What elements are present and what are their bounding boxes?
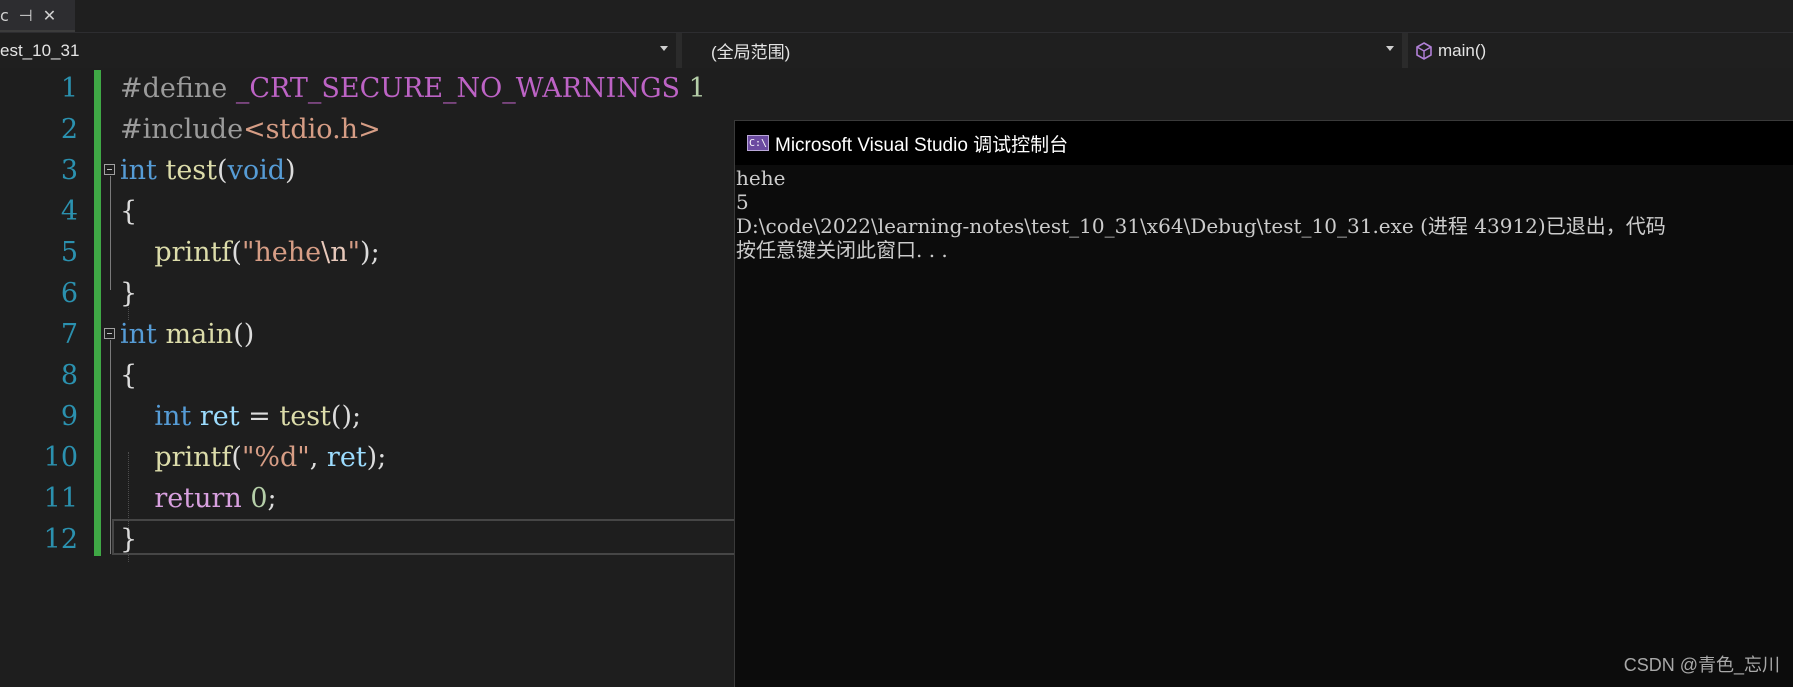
line-number: 6 [60,278,78,309]
code-token: ; [267,483,277,514]
console-output: hehe 5 D:\code\2022\learning-notes\test_… [736,166,1666,262]
close-icon[interactable]: ✕ [43,6,56,25]
code-token: #include [120,114,244,145]
code-line[interactable]: printf("hehe\n"); [120,232,380,273]
code-token: ( [231,237,242,268]
line-number: 7 [60,319,78,350]
code-token: int [120,319,157,350]
code-token: main [165,319,234,350]
code-token: ( [217,155,228,186]
code-token: int [120,155,157,186]
code-line[interactable]: int main() [120,314,254,355]
navigation-bar: est_10_31 (全局范围) main() [0,33,1793,68]
chevron-down-icon [660,46,668,51]
line-number: 3 [60,155,78,186]
code-line[interactable]: return 0; [120,478,277,519]
current-line-highlight [112,519,752,555]
code-token: ) [285,155,296,186]
project-dropdown-label: est_10_31 [0,40,80,60]
code-token: _CRT_SECURE_NO_WARNINGS [235,73,681,104]
member-dropdown-label: main() [1438,40,1487,60]
code-line[interactable]: { [120,355,137,396]
code-token: <stdio.h> [243,114,381,145]
console-line: 5 [736,190,749,214]
code-token: " [347,237,361,268]
code-token: ret [199,401,240,432]
change-tracking-bar [94,70,101,556]
code-line[interactable]: printf("%d", ret); [120,437,386,478]
line-number: 2 [60,114,78,145]
code-line[interactable]: #define _CRT_SECURE_NO_WARNINGS 1 [120,68,706,109]
console-line: D:\code\2022\learning-notes\test_10_31\x… [736,214,1666,238]
pin-icon[interactable]: ⊣ [19,6,33,25]
code-token: ret [326,442,367,473]
code-token: 1 [680,73,706,104]
line-number: 10 [43,442,78,473]
code-token: { [120,196,138,227]
line-number: 5 [60,237,78,268]
code-token: test [165,155,218,186]
code-token: (); [330,401,362,432]
code-line[interactable]: } [120,273,137,314]
code-line[interactable]: } [120,519,137,560]
method-cube-icon [1416,41,1432,60]
code-token: "hehe [241,237,322,268]
code-token: = [239,401,280,432]
console-title-bar[interactable]: C:\ Microsoft Visual Studio 调试控制台 [735,121,1793,165]
line-number: 9 [60,401,78,432]
code-line[interactable]: int ret = test(); [120,396,361,437]
collapse-icon[interactable] [104,328,115,339]
code-token: return [154,483,242,514]
code-token: { [120,360,138,391]
code-token: printf [154,237,232,268]
code-token: ( [231,442,242,473]
watermark: CSDN @青色_忘川 [1623,655,1780,675]
code-token: } [120,278,138,309]
code-line[interactable]: int test(void) [120,150,296,191]
code-token: void [227,155,285,186]
line-number: 12 [43,524,78,555]
document-tab[interactable]: c ⊣ ✕ [0,0,75,32]
code-token: test [279,401,331,432]
line-number: 1 [60,73,78,104]
code-token: int [154,401,192,432]
fold-region-line [110,340,111,554]
scope-dropdown-label: (全局范围) [711,43,791,62]
console-app-icon: C:\ [747,135,769,151]
code-token: ); [366,442,387,473]
debug-console-window[interactable]: C:\ Microsoft Visual Studio 调试控制台 hehe 5… [734,120,1793,687]
console-title: Microsoft Visual Studio 调试控制台 [775,134,1069,156]
navbar-divider [1402,33,1408,68]
chevron-down-icon [1386,46,1394,51]
console-line: 按任意键关闭此窗口. . . [736,238,948,262]
code-token: "%d" [241,442,310,473]
line-number: 4 [60,196,78,227]
code-token: , [309,442,327,473]
member-dropdown[interactable]: main() [1408,37,1793,64]
code-token: () [233,319,255,350]
code-token: ); [360,237,380,268]
code-token: #define [120,73,236,104]
collapse-icon[interactable] [104,164,115,175]
line-number: 11 [43,483,78,514]
scope-dropdown[interactable]: (全局范围) [684,37,1402,64]
code-token: 0 [250,483,268,514]
code-token: } [120,524,138,555]
project-dropdown[interactable]: est_10_31 [0,37,676,64]
line-number: 8 [60,360,78,391]
document-tab-strip: c ⊣ ✕ [0,0,1793,33]
navbar-divider [676,33,682,68]
fold-region-line [110,176,111,290]
code-line[interactable]: { [120,191,137,232]
code-token: printf [154,442,232,473]
code-line[interactable]: #include<stdio.h> [120,109,381,150]
tab-menu-icon[interactable]: c [0,6,9,25]
code-token: \n [321,237,348,268]
console-line: hehe [736,166,786,190]
